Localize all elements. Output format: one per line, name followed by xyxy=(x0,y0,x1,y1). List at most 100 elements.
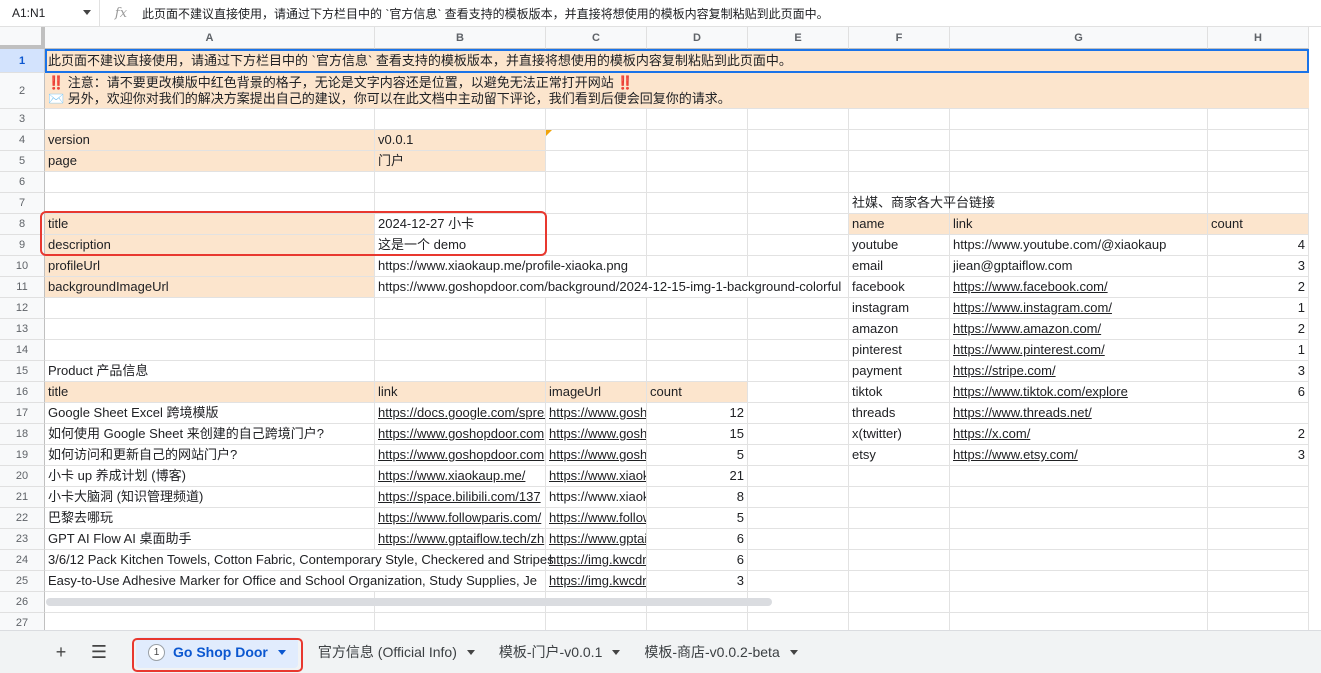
grid-cell[interactable] xyxy=(950,172,1208,193)
grid-cell[interactable] xyxy=(748,613,849,630)
chevron-down-icon[interactable] xyxy=(789,649,798,655)
social-name[interactable]: etsy xyxy=(849,445,950,466)
tab-template-portal[interactable]: 模板-门户-v0.0.1 xyxy=(487,637,632,668)
grid-cell[interactable] xyxy=(1208,193,1309,214)
row-header[interactable]: 19 xyxy=(0,445,45,466)
product-image-url[interactable]: https://www.goshopdoor.com xyxy=(546,445,647,466)
grid-cell[interactable] xyxy=(546,613,647,630)
social-link[interactable]: https://www.instagram.com/ xyxy=(950,298,1208,319)
table-header[interactable]: count xyxy=(1208,214,1309,235)
product-count[interactable]: 6 xyxy=(647,550,748,571)
grid-cell[interactable] xyxy=(748,445,849,466)
grid-cell[interactable] xyxy=(748,529,849,550)
grid-cell[interactable] xyxy=(45,319,375,340)
table-header[interactable]: imageUrl xyxy=(546,382,647,403)
grid-cell[interactable] xyxy=(45,340,375,361)
grid-cell[interactable] xyxy=(950,151,1208,172)
grid-cell[interactable] xyxy=(647,109,748,130)
social-link[interactable]: https://stripe.com/ xyxy=(950,361,1208,382)
grid-cell[interactable] xyxy=(647,613,748,630)
column-header[interactable]: C xyxy=(546,27,647,49)
grid-cell[interactable] xyxy=(748,109,849,130)
grid-cell[interactable] xyxy=(849,571,950,592)
grid-cell[interactable] xyxy=(748,130,849,151)
row-header[interactable]: 20 xyxy=(0,466,45,487)
grid-cell[interactable] xyxy=(375,172,546,193)
row-header[interactable]: 13 xyxy=(0,319,45,340)
config-value[interactable]: 门户 xyxy=(375,151,546,172)
row-header[interactable]: 5 xyxy=(0,151,45,172)
product-image-url[interactable]: https://www.goshopdoor.com xyxy=(546,424,647,445)
config-key[interactable]: profileUrl xyxy=(45,256,375,277)
social-link[interactable]: https://www.amazon.com/ xyxy=(950,319,1208,340)
grid-cell[interactable] xyxy=(546,151,647,172)
product-link[interactable]: https://www.followparis.com/ xyxy=(375,508,546,529)
grid-cell[interactable] xyxy=(546,214,647,235)
social-name[interactable]: threads xyxy=(849,403,950,424)
grid-cell[interactable] xyxy=(1208,487,1309,508)
comment-cell[interactable] xyxy=(546,130,647,151)
row-header[interactable]: 22 xyxy=(0,508,45,529)
product-count[interactable]: 15 xyxy=(647,424,748,445)
grid-cell[interactable] xyxy=(647,130,748,151)
section-title[interactable]: 社媒、商家各大平台链接 xyxy=(849,193,995,214)
grid-cell[interactable] xyxy=(748,466,849,487)
product-title[interactable]: 如何访问和更新自己的网站门户? xyxy=(45,445,375,466)
product-link[interactable]: https://docs.google.com/spreadsheets xyxy=(375,403,546,424)
table-header[interactable]: link xyxy=(375,382,546,403)
grid-cell[interactable] xyxy=(546,340,647,361)
grid-cell[interactable] xyxy=(950,571,1208,592)
grid-cell[interactable] xyxy=(950,109,1208,130)
product-link[interactable]: https://www.gptaiflow.tech/zh xyxy=(375,529,546,550)
column-header[interactable]: D xyxy=(647,27,748,49)
config-value[interactable]: https://www.xiaokaup.me/profile-xiaoka.p… xyxy=(375,256,632,277)
grid-cell[interactable] xyxy=(748,361,849,382)
row-header[interactable]: 15 xyxy=(0,361,45,382)
grid-cell[interactable] xyxy=(748,571,849,592)
menu-icon[interactable]: ☰ xyxy=(80,631,118,673)
grid-cell[interactable] xyxy=(45,109,375,130)
grid-cell[interactable] xyxy=(1208,613,1309,630)
product-title[interactable]: 如何使用 Google Sheet 来创建的自己跨境门户? xyxy=(45,424,375,445)
row-header[interactable]: 10 xyxy=(0,256,45,277)
grid-cell[interactable] xyxy=(849,613,950,630)
grid-cell[interactable] xyxy=(950,529,1208,550)
product-link[interactable]: https://www.goshopdoor.com xyxy=(375,424,546,445)
social-link[interactable]: https://www.tiktok.com/explore xyxy=(950,382,1208,403)
grid-cell[interactable] xyxy=(748,256,849,277)
row-header[interactable]: 24 xyxy=(0,550,45,571)
product-image-url[interactable]: https://img.kwcdn.com xyxy=(546,550,647,571)
social-name[interactable]: email xyxy=(849,256,950,277)
grid-cell[interactable] xyxy=(45,172,375,193)
product-count[interactable]: 5 xyxy=(647,445,748,466)
grid-cell[interactable] xyxy=(647,151,748,172)
product-image-url[interactable]: https://img.kwcdn.com xyxy=(546,571,647,592)
social-count[interactable]: 2 xyxy=(1208,277,1309,298)
grid-cell[interactable] xyxy=(950,550,1208,571)
product-title[interactable]: 巴黎去哪玩 xyxy=(45,508,375,529)
plus-icon[interactable]: + xyxy=(42,631,80,673)
grid-cell[interactable] xyxy=(647,256,748,277)
grid-cell[interactable] xyxy=(546,193,647,214)
social-count[interactable]: 4 xyxy=(1208,235,1309,256)
grid-cell[interactable] xyxy=(748,172,849,193)
grid-cell[interactable] xyxy=(950,508,1208,529)
product-title[interactable]: Google Sheet Excel 跨境模版 xyxy=(45,403,375,424)
config-value[interactable]: v0.0.1 xyxy=(375,130,546,151)
grid-cell[interactable] xyxy=(45,298,375,319)
row-header[interactable]: 27 xyxy=(0,613,45,630)
social-link[interactable]: https://www.youtube.com/@xiaokaup xyxy=(950,235,1208,256)
grid-cell[interactable] xyxy=(1208,571,1309,592)
row-header[interactable]: 9 xyxy=(0,235,45,256)
grid-cell[interactable] xyxy=(375,109,546,130)
product-title[interactable]: 小卡大脑洞 (知识管理频道) xyxy=(45,487,375,508)
social-name[interactable]: instagram xyxy=(849,298,950,319)
social-name[interactable]: amazon xyxy=(849,319,950,340)
social-count[interactable]: 2 xyxy=(1208,424,1309,445)
chevron-down-icon[interactable] xyxy=(83,9,91,15)
product-count[interactable]: 3 xyxy=(647,571,748,592)
config-key[interactable]: page xyxy=(45,151,375,172)
table-header[interactable]: count xyxy=(647,382,748,403)
social-name[interactable]: payment xyxy=(849,361,950,382)
product-link[interactable]: https://space.bilibili.com/137 xyxy=(375,487,546,508)
